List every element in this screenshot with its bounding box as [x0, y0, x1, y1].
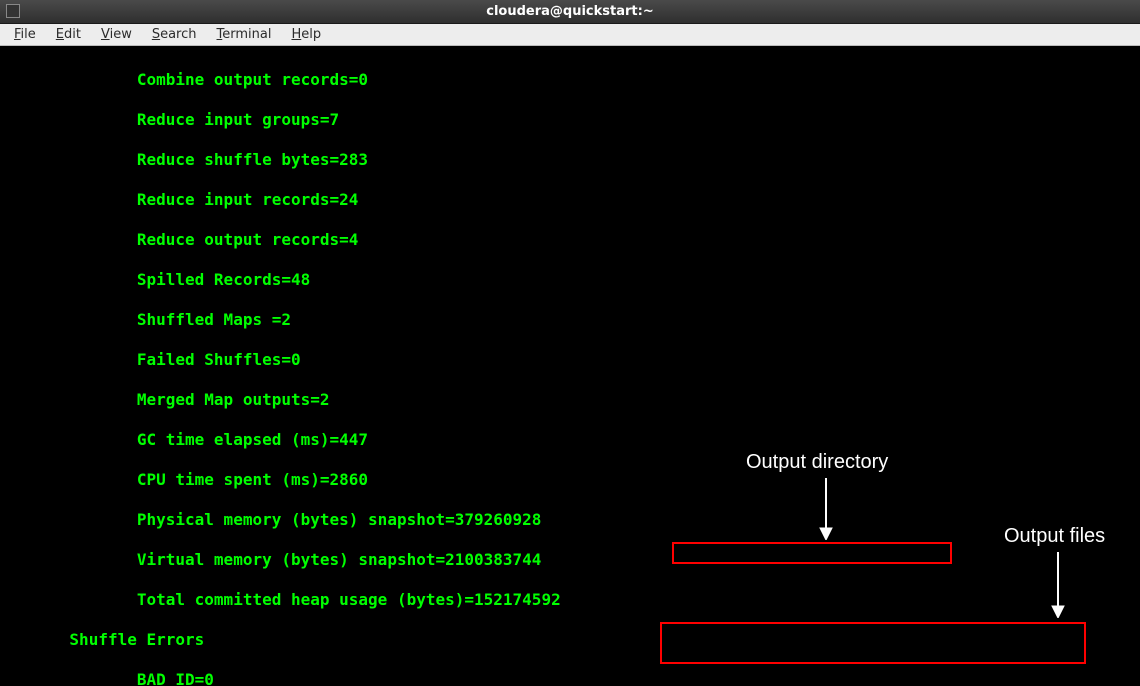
counter-line: CPU time spent (ms)=2860: [2, 470, 368, 490]
menu-view[interactable]: View: [91, 25, 142, 44]
counter-line: Spilled Records=48: [2, 270, 310, 290]
counter-line: Merged Map outputs=2: [2, 390, 330, 410]
counter-line: Virtual memory (bytes) snapshot=21003837…: [2, 550, 541, 570]
counter-line: Failed Shuffles=0: [2, 350, 301, 370]
window-system-icon: [6, 4, 20, 18]
annotation-output-files-label: Output files: [1004, 524, 1105, 549]
menu-help[interactable]: Help: [281, 25, 331, 44]
counter-line: GC time elapsed (ms)=447: [2, 430, 368, 450]
counter-line: Physical memory (bytes) snapshot=3792609…: [2, 510, 541, 530]
annotation-output-directory-label: Output directory: [746, 450, 888, 475]
menubar: File Edit View Search Terminal Help: [0, 24, 1140, 46]
arrow-down-icon: [1048, 552, 1068, 618]
menu-terminal[interactable]: Terminal: [207, 25, 282, 44]
counter-line: Reduce input records=24: [2, 190, 358, 210]
menu-edit[interactable]: Edit: [46, 25, 91, 44]
counter-line: Shuffled Maps =2: [2, 310, 291, 330]
menu-file[interactable]: File: [4, 25, 46, 44]
window-title: cloudera@quickstart:~: [486, 4, 653, 19]
section-header: Shuffle Errors: [2, 630, 204, 650]
terminal-area[interactable]: Combine output records=0 Reduce input gr…: [0, 46, 1140, 686]
shuffle-line: BAD_ID=0: [2, 670, 214, 686]
window-titlebar: cloudera@quickstart:~: [0, 0, 1140, 24]
counter-line: Reduce output records=4: [2, 230, 358, 250]
counter-line: Reduce shuffle bytes=283: [2, 150, 368, 170]
counter-line: Combine output records=0: [2, 70, 368, 90]
counter-line: Reduce input groups=7: [2, 110, 339, 130]
menu-search[interactable]: Search: [142, 25, 207, 44]
counter-line: Total committed heap usage (bytes)=15217…: [2, 590, 561, 610]
arrow-down-icon: [816, 478, 836, 540]
